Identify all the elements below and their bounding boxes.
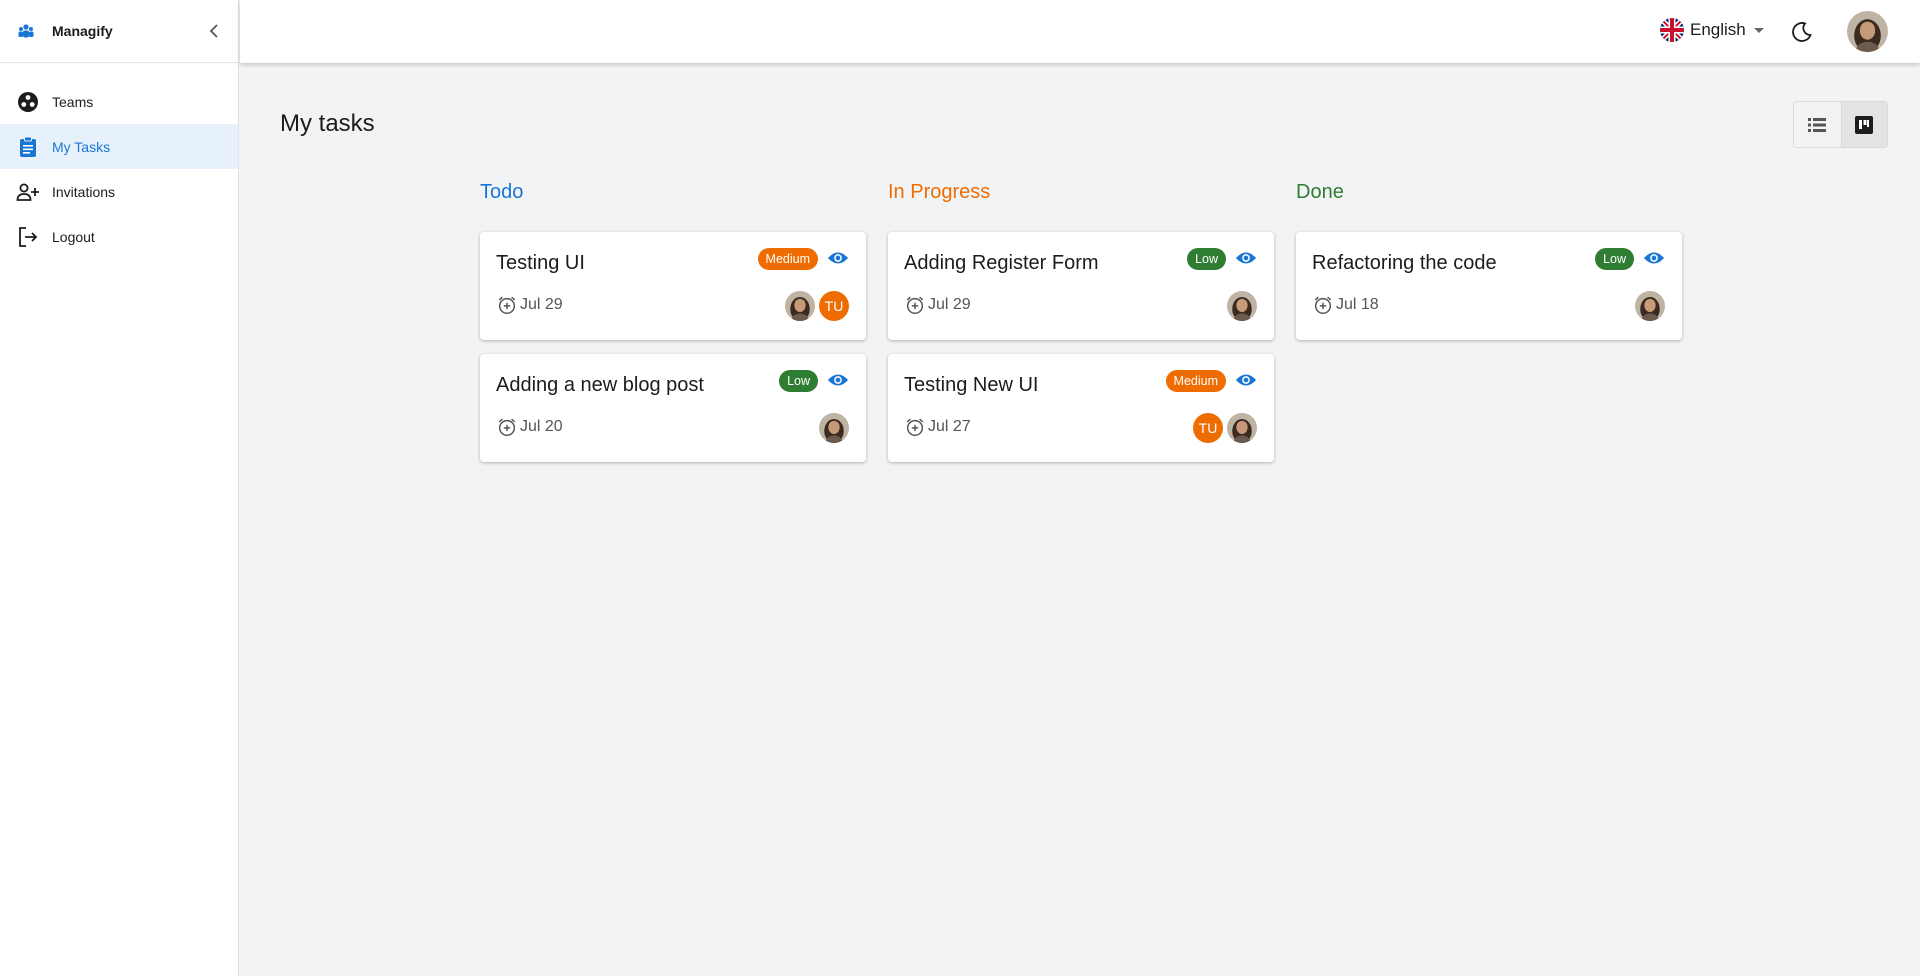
task-title: Adding Register Form [904, 252, 1099, 274]
column-title: In Progress [888, 181, 991, 203]
sidebar-item-label: My Tasks [52, 138, 111, 155]
sidebar-item-invitations[interactable]: Invitations [0, 169, 238, 214]
task-card[interactable]: Adding Register Form Low Jul 29 [888, 232, 1274, 340]
due-date-label: Jul 29 [928, 296, 971, 313]
sidebar-item-label: Teams [52, 93, 94, 110]
eye-icon[interactable] [1643, 250, 1665, 266]
task-title: Refactoring the code [1312, 252, 1497, 274]
eye-icon[interactable] [827, 250, 849, 266]
priority-badge: Low [1187, 248, 1226, 270]
task-card[interactable]: Testing UI Medium Jul 29 TU [480, 232, 866, 340]
eye-icon[interactable] [1235, 250, 1257, 266]
alarm-add-icon [496, 416, 518, 438]
kanban-icon [1855, 115, 1874, 134]
chevron-left-icon[interactable] [206, 22, 222, 40]
app-name: Managify [52, 23, 113, 39]
user-avatar[interactable] [1847, 11, 1888, 52]
column-in-progress: In Progress Adding Register Form Low Jul… [888, 178, 1274, 476]
due-date-label: Jul 18 [1336, 296, 1379, 313]
task-card[interactable]: Adding a new blog post Low Jul 20 [480, 354, 866, 462]
column-todo: Todo Testing UI Medium Jul 29 TU Adding … [480, 178, 866, 476]
due-date: Jul 29 [496, 294, 563, 316]
clipboard-icon [16, 135, 40, 159]
due-date: Jul 20 [496, 416, 563, 438]
assignee-avatar[interactable] [819, 413, 849, 443]
logout-icon [16, 225, 40, 249]
board-view-button[interactable] [1840, 102, 1887, 147]
sidebar-item-label: Logout [52, 228, 95, 245]
language-selector[interactable]: English [1660, 18, 1764, 42]
due-date: Jul 27 [904, 416, 971, 438]
priority-badge: Low [779, 370, 818, 392]
assignee-avatar[interactable] [1635, 291, 1665, 321]
teams-icon [16, 90, 40, 114]
assignees [1223, 291, 1257, 321]
due-date: Jul 29 [904, 294, 971, 316]
language-label: English [1690, 20, 1746, 39]
uk-flag-icon [1660, 18, 1684, 42]
sidebar-item-label: Invitations [52, 183, 116, 200]
group-logo-icon [18, 24, 34, 38]
due-date: Jul 18 [1312, 294, 1379, 316]
page-title: My tasks [280, 110, 375, 137]
task-title: Testing New UI [904, 374, 1039, 396]
sidebar-item-logout[interactable]: Logout [0, 214, 238, 259]
person-add-icon [16, 180, 40, 204]
alarm-add-icon [904, 294, 926, 316]
assignee-avatar[interactable]: TU [819, 291, 849, 321]
assignee-avatar[interactable] [785, 291, 815, 321]
top-bar: English [240, 0, 1920, 63]
column-title: Done [1296, 181, 1344, 203]
eye-icon[interactable] [827, 372, 849, 388]
view-toggle [1793, 101, 1888, 148]
list-view-button[interactable] [1794, 102, 1841, 147]
column-title: Todo [480, 181, 524, 203]
assignees: TU [1189, 413, 1257, 443]
sidebar-item-my-tasks[interactable]: My Tasks [0, 124, 238, 169]
sidebar-nav: Teams My Tasks Invitations Logout [0, 79, 238, 259]
due-date-label: Jul 20 [520, 418, 563, 435]
brand: Managify [0, 0, 238, 63]
list-icon [1808, 117, 1827, 132]
caret-down-icon [1753, 27, 1764, 33]
assignee-avatar[interactable]: TU [1193, 413, 1223, 443]
column-done: Done Refactoring the code Low Jul 18 [1296, 178, 1682, 354]
alarm-add-icon [496, 294, 518, 316]
moon-icon[interactable] [1790, 20, 1814, 44]
sidebar-item-teams[interactable]: Teams [0, 79, 238, 124]
assignee-avatar[interactable] [1227, 291, 1257, 321]
task-title: Adding a new blog post [496, 374, 704, 396]
task-title: Testing UI [496, 252, 585, 274]
eye-icon[interactable] [1235, 372, 1257, 388]
due-date-label: Jul 29 [520, 296, 563, 313]
assignees [1631, 291, 1665, 321]
assignees [815, 413, 849, 443]
task-card[interactable]: Testing New UI Medium Jul 27 TU [888, 354, 1274, 462]
alarm-add-icon [1312, 294, 1334, 316]
due-date-label: Jul 27 [928, 418, 971, 435]
priority-badge: Medium [757, 248, 818, 270]
sidebar: Managify Teams My Tasks Invitations Logo… [0, 0, 239, 976]
priority-badge: Low [1595, 248, 1634, 270]
priority-badge: Medium [1165, 370, 1226, 392]
task-card[interactable]: Refactoring the code Low Jul 18 [1296, 232, 1682, 340]
alarm-add-icon [904, 416, 926, 438]
assignee-avatar[interactable] [1227, 413, 1257, 443]
assignees: TU [781, 291, 849, 321]
